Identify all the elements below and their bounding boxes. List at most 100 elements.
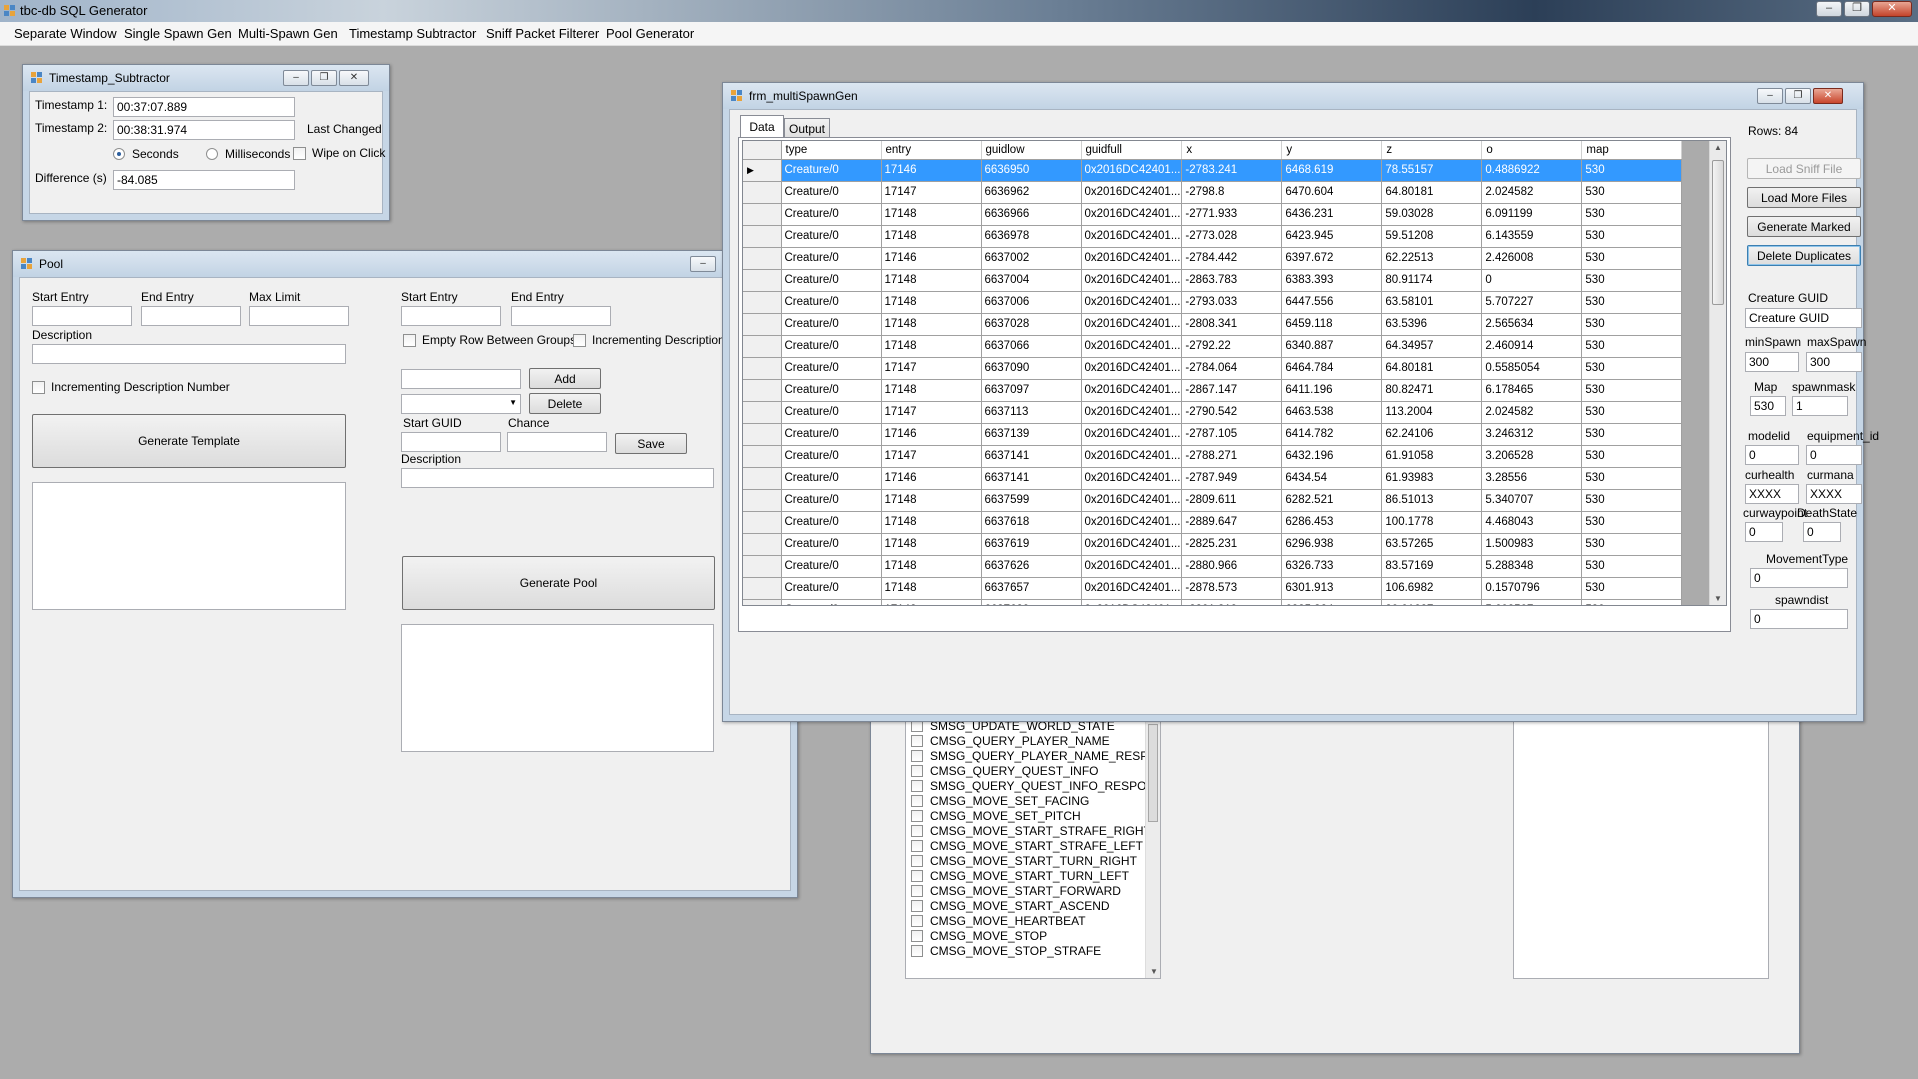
spawndist-input[interactable]: 0 xyxy=(1750,609,1848,629)
table-cell[interactable]: 5.707227 xyxy=(1481,291,1583,314)
table-cell[interactable]: 0x2016DC42401... xyxy=(1081,379,1183,402)
row-header[interactable] xyxy=(743,511,782,534)
table-cell[interactable]: 78.55157 xyxy=(1381,159,1483,182)
column-header-entry[interactable]: entry xyxy=(881,141,982,160)
maximize-icon[interactable]: ❐ xyxy=(311,70,337,86)
table-cell[interactable]: -2787.949 xyxy=(1181,467,1283,490)
row-header[interactable] xyxy=(743,445,782,468)
packet-list-item[interactable]: CMSG_MOVE_START_STRAFE_LEFT xyxy=(911,839,1143,854)
template-output-box[interactable] xyxy=(32,482,346,610)
column-header-x[interactable]: x xyxy=(1181,141,1283,160)
row-header[interactable] xyxy=(743,533,782,556)
table-cell[interactable]: -2867.147 xyxy=(1181,379,1283,402)
table-cell[interactable]: 17148 xyxy=(881,599,982,605)
packet-list-item[interactable]: SMSG_QUERY_QUEST_INFO_RESPONSE xyxy=(911,779,1160,794)
table-cell[interactable]: 6637141 xyxy=(981,445,1082,468)
table-cell[interactable]: 62.24106 xyxy=(1381,423,1483,446)
table-cell[interactable]: Creature/0 xyxy=(781,291,882,314)
milliseconds-radio[interactable] xyxy=(206,148,218,160)
table-cell[interactable]: 530 xyxy=(1581,335,1683,358)
table-cell[interactable]: 0x2016DC42401... xyxy=(1081,291,1183,314)
table-cell[interactable]: 6.091199 xyxy=(1481,203,1583,226)
table-cell[interactable]: 6636978 xyxy=(981,225,1082,248)
table-cell[interactable]: 0x2016DC42401... xyxy=(1081,533,1183,556)
table-cell[interactable]: -2787.105 xyxy=(1181,423,1283,446)
table-cell[interactable]: 530 xyxy=(1581,511,1683,534)
table-cell[interactable]: 6637599 xyxy=(981,489,1082,512)
packet-checkbox[interactable] xyxy=(911,840,923,852)
table-cell[interactable]: 530 xyxy=(1581,445,1683,468)
row-header[interactable] xyxy=(743,489,782,512)
table-cell[interactable]: Creature/0 xyxy=(781,555,882,578)
table-cell[interactable]: 0x2016DC42401... xyxy=(1081,445,1183,468)
packet-checkbox[interactable] xyxy=(911,750,923,762)
table-cell[interactable]: 6636950 xyxy=(981,159,1082,182)
table-cell[interactable]: 6637004 xyxy=(981,269,1082,292)
packet-output-box[interactable] xyxy=(1513,701,1769,979)
table-cell[interactable]: 100.1778 xyxy=(1381,511,1483,534)
row-header[interactable] xyxy=(743,379,782,402)
table-cell[interactable]: 5.340707 xyxy=(1481,489,1583,512)
table-row[interactable]: Creature/0 17147 6637113 0x2016DC42401... -2… xyxy=(743,401,1683,424)
table-cell[interactable]: 0x2016DC42401... xyxy=(1081,555,1183,578)
close-icon[interactable]: ✕ xyxy=(339,70,369,86)
table-cell[interactable]: 17147 xyxy=(881,181,982,204)
incrementing-desc-checkbox[interactable] xyxy=(32,381,45,394)
table-cell[interactable]: 6301.913 xyxy=(1281,577,1383,600)
table-row[interactable]: Creature/0 17148 6637657 0x2016DC42401... -2… xyxy=(743,577,1683,600)
menu-separate-window[interactable]: Separate Window xyxy=(14,26,117,41)
table-cell[interactable]: 61.93983 xyxy=(1381,467,1483,490)
table-cell[interactable]: Creature/0 xyxy=(781,599,882,605)
table-cell[interactable]: 59.03028 xyxy=(1381,203,1483,226)
table-cell[interactable]: 6637657 xyxy=(981,577,1082,600)
table-cell[interactable]: 6637097 xyxy=(981,379,1082,402)
table-cell[interactable]: Creature/0 xyxy=(781,357,882,380)
table-cell[interactable]: -2801.319 xyxy=(1181,599,1283,605)
table-cell[interactable]: 106.6982 xyxy=(1381,577,1483,600)
packet-checkbox[interactable] xyxy=(911,855,923,867)
row-header[interactable] xyxy=(743,247,782,270)
table-row[interactable]: ▶ Creature/0 17146 6636950 0x2016DC42401... -… xyxy=(743,159,1683,182)
row-header[interactable] xyxy=(743,357,782,380)
table-cell[interactable]: 0x2016DC42401... xyxy=(1081,467,1183,490)
table-cell[interactable]: 61.91058 xyxy=(1381,445,1483,468)
start-entry-input[interactable] xyxy=(32,306,132,326)
ts1-input[interactable]: 00:37:07.889 xyxy=(113,97,295,117)
curhealth-input[interactable]: XXXX xyxy=(1745,484,1799,504)
packet-checkbox[interactable] xyxy=(911,885,923,897)
table-cell[interactable]: 6340.887 xyxy=(1281,335,1383,358)
table-cell[interactable]: Creature/0 xyxy=(781,159,882,182)
packet-list-item[interactable]: SMSG_QUERY_PLAYER_NAME_RESPONS xyxy=(911,749,1160,764)
generate-marked-button[interactable]: Generate Marked xyxy=(1747,216,1861,237)
table-cell[interactable]: 0x2016DC42401... xyxy=(1081,423,1183,446)
table-cell[interactable]: 6397.672 xyxy=(1281,247,1383,270)
table-cell[interactable]: 6326.733 xyxy=(1281,555,1383,578)
table-cell[interactable]: 6434.54 xyxy=(1281,467,1383,490)
table-cell[interactable]: 3.206528 xyxy=(1481,445,1583,468)
generate-pool-button[interactable]: Generate Pool xyxy=(402,556,715,610)
packet-checkbox[interactable] xyxy=(911,735,923,747)
packet-list-item[interactable]: CMSG_MOVE_SET_PITCH xyxy=(911,809,1081,824)
table-cell[interactable]: 6463.538 xyxy=(1281,401,1383,424)
add-input[interactable] xyxy=(401,369,521,389)
table-cell[interactable]: 17148 xyxy=(881,313,982,336)
table-cell[interactable]: Creature/0 xyxy=(781,511,882,534)
table-cell[interactable]: 6411.196 xyxy=(1281,379,1383,402)
table-cell[interactable]: 0x2016DC42401... xyxy=(1081,203,1183,226)
table-cell[interactable]: 1.500983 xyxy=(1481,533,1583,556)
table-cell[interactable]: 6637028 xyxy=(981,313,1082,336)
table-row[interactable]: Creature/0 17148 6637619 0x2016DC42401... -2… xyxy=(743,533,1683,556)
table-cell[interactable]: 63.58101 xyxy=(1381,291,1483,314)
packet-list-item[interactable]: CMSG_MOVE_START_ASCEND xyxy=(911,899,1110,914)
table-row[interactable]: Creature/0 17148 6636966 0x2016DC42401... -2… xyxy=(743,203,1683,226)
packet-list-item[interactable]: CMSG_MOVE_STOP xyxy=(911,929,1047,944)
table-cell[interactable]: Creature/0 xyxy=(781,225,882,248)
table-cell[interactable]: 5.288348 xyxy=(1481,555,1583,578)
row-header[interactable] xyxy=(743,313,782,336)
table-cell[interactable]: 0x2016DC42401... xyxy=(1081,599,1183,605)
movementtype-input[interactable]: 0 xyxy=(1750,568,1848,588)
deathstate-input[interactable]: 0 xyxy=(1803,522,1841,542)
table-cell[interactable]: 530 xyxy=(1581,181,1683,204)
table-cell[interactable]: 17146 xyxy=(881,467,982,490)
table-row[interactable]: Creature/0 17148 6637004 0x2016DC42401... -2… xyxy=(743,269,1683,292)
